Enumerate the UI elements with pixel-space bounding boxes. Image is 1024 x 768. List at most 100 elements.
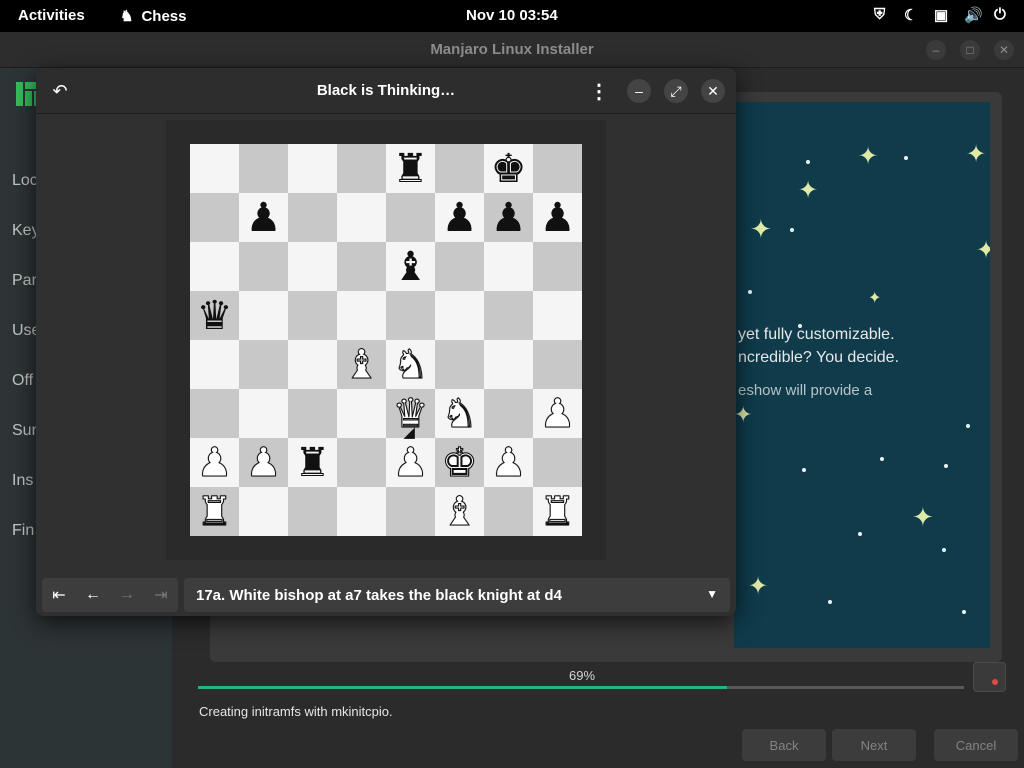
- board-square[interactable]: [484, 291, 533, 340]
- board-square[interactable]: [239, 242, 288, 291]
- board-square[interactable]: [190, 242, 239, 291]
- white-bishop-piece[interactable]: ♝: [435, 487, 484, 536]
- volume-icon[interactable]: 🔊: [964, 6, 983, 24]
- chess-board[interactable]: ♜ ♚ ♟ ♟ ♟ ♟ ♝ ♛ ♝ ♞ ♛ ♞ ♟ ♟ ♟ ♜ ♟ ♚ ♟ ♜ ♝ ♜: [190, 144, 582, 536]
- white-knight-piece[interactable]: ♞: [435, 389, 484, 438]
- chess-window: ↶ Black is Thinking… ⋮ – ⤢ ✕ ♜ ♚ ♟ ♟ ♟ ♟ ♝ ♛ ♝ ♞ ♛…: [36, 68, 736, 616]
- back-button[interactable]: Back: [742, 729, 826, 761]
- board-square[interactable]: [190, 340, 239, 389]
- cancel-button[interactable]: Cancel: [934, 729, 1018, 761]
- white-pawn-piece[interactable]: ♟: [386, 438, 435, 487]
- board-square[interactable]: [435, 242, 484, 291]
- board-square[interactable]: [533, 242, 582, 291]
- board-square[interactable]: [190, 144, 239, 193]
- board-square[interactable]: [239, 144, 288, 193]
- close-button[interactable]: ✕: [994, 40, 1014, 60]
- first-move-icon[interactable]: ⇤: [42, 578, 76, 612]
- white-knight-piece[interactable]: ♞: [386, 340, 435, 389]
- last-move-icon[interactable]: ⇥: [144, 578, 178, 612]
- board-square[interactable]: [484, 487, 533, 536]
- white-bishop-piece[interactable]: ♝: [337, 340, 386, 389]
- board-square[interactable]: [484, 340, 533, 389]
- white-pawn-piece[interactable]: ♟: [239, 438, 288, 487]
- board-square[interactable]: [533, 144, 582, 193]
- board-square[interactable]: [239, 487, 288, 536]
- board-square[interactable]: [386, 193, 435, 242]
- screen-icon[interactable]: ▣: [934, 6, 950, 24]
- app-menu[interactable]: ♞ Chess: [120, 7, 186, 26]
- white-rook-piece[interactable]: ♜: [190, 487, 239, 536]
- black-pawn-piece[interactable]: ♟: [533, 193, 582, 242]
- star-dot: [806, 160, 810, 164]
- black-king-piece[interactable]: ♚: [484, 144, 533, 193]
- board-frame: ♜ ♚ ♟ ♟ ♟ ♟ ♝ ♛ ♝ ♞ ♛ ♞ ♟ ♟ ♟ ♜ ♟ ♚ ♟ ♜ ♝ ♜: [166, 120, 606, 560]
- board-square[interactable]: [337, 389, 386, 438]
- board-square[interactable]: [239, 389, 288, 438]
- board-square[interactable]: [484, 242, 533, 291]
- board-square[interactable]: [288, 144, 337, 193]
- black-rook-piece[interactable]: ♜: [386, 144, 435, 193]
- black-pawn-piece[interactable]: ♟: [239, 193, 288, 242]
- star-dot: [880, 457, 884, 461]
- white-pawn-piece[interactable]: ♟: [484, 438, 533, 487]
- board-square[interactable]: [239, 291, 288, 340]
- white-rook-piece[interactable]: ♜: [533, 487, 582, 536]
- board-square[interactable]: [288, 340, 337, 389]
- next-button[interactable]: Next: [832, 729, 916, 761]
- previous-move-icon[interactable]: ←: [76, 578, 110, 612]
- move-history-text: 17a. White bishop at a7 takes the black …: [196, 587, 562, 604]
- show-log-button[interactable]: [973, 662, 1006, 692]
- board-square[interactable]: [190, 389, 239, 438]
- black-queen-piece[interactable]: ♛: [190, 291, 239, 340]
- board-square[interactable]: [533, 291, 582, 340]
- top-bar: Activities ♞ Chess Nov 10 03:54 ⛨ ☾ ▣ 🔊 …: [0, 0, 1024, 32]
- board-square[interactable]: [435, 144, 484, 193]
- night-mode-icon[interactable]: ☾: [904, 6, 920, 24]
- black-rook-piece[interactable]: ♜: [288, 438, 337, 487]
- sidebar-step-office: Off: [12, 372, 34, 389]
- installer-title: Manjaro Linux Installer: [430, 41, 594, 58]
- white-king-piece[interactable]: ♚: [435, 438, 484, 487]
- board-square[interactable]: [337, 291, 386, 340]
- next-move-icon[interactable]: →: [110, 578, 144, 612]
- board-square[interactable]: [288, 242, 337, 291]
- board-square[interactable]: [337, 242, 386, 291]
- board-square[interactable]: [533, 340, 582, 389]
- board-square[interactable]: [288, 389, 337, 438]
- star-dot: [966, 424, 970, 428]
- board-square[interactable]: [386, 487, 435, 536]
- system-tray[interactable]: ⛨ ☾ ▣ 🔊 ⏻: [874, 6, 1010, 24]
- board-square[interactable]: [337, 144, 386, 193]
- chess-footer: ⇤ ← → ⇥ 17a. White bishop at a7 takes th…: [36, 568, 736, 616]
- board-square[interactable]: [435, 340, 484, 389]
- activities-button[interactable]: Activities: [18, 7, 85, 24]
- clock[interactable]: Nov 10 03:54: [466, 7, 558, 24]
- black-pawn-piece[interactable]: ♟: [484, 193, 533, 242]
- star-decoration: ✦: [750, 214, 772, 244]
- black-pawn-piece[interactable]: ♟: [435, 193, 484, 242]
- shield-icon[interactable]: ⛨: [874, 6, 890, 23]
- power-icon[interactable]: ⏻: [994, 6, 1010, 23]
- minimize-button[interactable]: –: [926, 40, 946, 60]
- board-square[interactable]: [484, 389, 533, 438]
- board-square[interactable]: [337, 193, 386, 242]
- board-square[interactable]: [533, 438, 582, 487]
- board-square[interactable]: [435, 291, 484, 340]
- minimize-button[interactable]: –: [627, 79, 651, 103]
- board-square[interactable]: [337, 487, 386, 536]
- board-square[interactable]: [190, 193, 239, 242]
- board-square[interactable]: [288, 487, 337, 536]
- board-square[interactable]: [386, 291, 435, 340]
- board-square[interactable]: [337, 438, 386, 487]
- menu-icon[interactable]: ⋮: [587, 79, 611, 103]
- black-bishop-piece[interactable]: ♝: [386, 242, 435, 291]
- maximize-button[interactable]: □: [960, 40, 980, 60]
- white-pawn-piece[interactable]: ♟: [190, 438, 239, 487]
- board-square[interactable]: [288, 291, 337, 340]
- board-square[interactable]: [288, 193, 337, 242]
- white-pawn-piece[interactable]: ♟: [533, 389, 582, 438]
- close-button[interactable]: ✕: [701, 79, 725, 103]
- move-history-dropdown[interactable]: 17a. White bishop at a7 takes the black …: [184, 578, 730, 612]
- maximize-button[interactable]: ⤢: [664, 79, 688, 103]
- board-square[interactable]: [239, 340, 288, 389]
